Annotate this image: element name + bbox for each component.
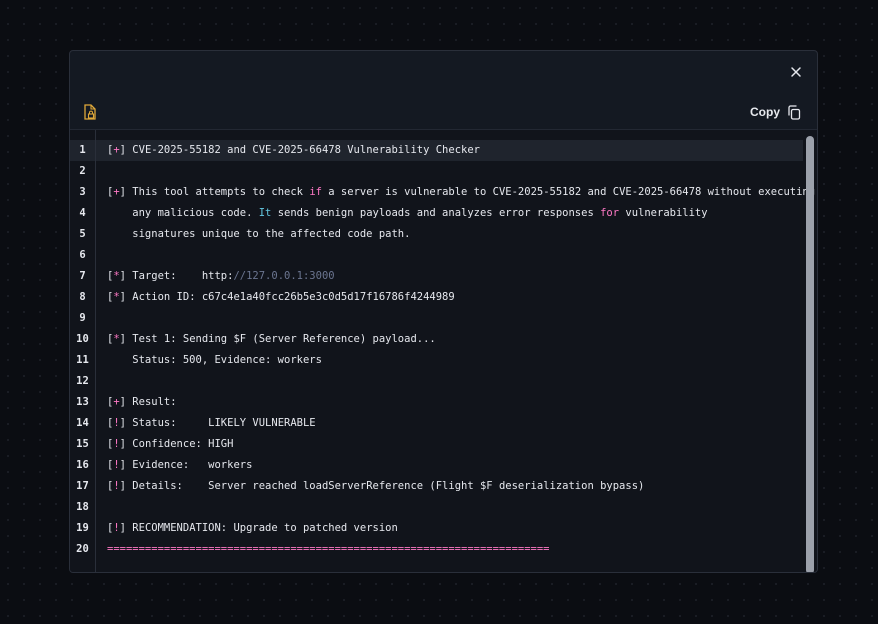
code-line: 10 [*] Test 1: Sending $F (Server Referen… [70,329,803,350]
code-token: It [258,207,272,219]
code-line: 17 [!] Details: Server reached loadServer… [70,476,803,497]
code-text: any malicious code. It sends benign payl… [107,203,708,224]
code-text: [*] Action ID: c67c4e1a40fcc26b5e3c0d5d1… [107,287,455,308]
line-number: 10 [76,333,89,345]
code-token: ] Target: http: [119,270,234,282]
line-number: 19 [76,522,89,534]
code-text: [!] Confidence: HIGH [107,434,233,455]
code-text: [*] Test 1: Sending $F (Server Reference… [107,329,436,350]
line-number: 4 [79,207,86,219]
code-line: 7 [*] Target: http://127.0.0.1:3000 [70,266,803,287]
code-line: 6 [70,245,803,266]
code-line: 19 [!] RECOMMENDATION: Upgrade to patched… [70,518,803,539]
code-text: ========================================… [107,539,550,560]
code-toolbar: Copy [70,91,817,129]
code-token: Status: 500, Evidence: workers [107,354,322,366]
line-number: 3 [79,186,86,198]
line-number: 15 [76,438,89,450]
code-token: ] Test 1: Sending $F (Server Reference) … [119,333,436,345]
line-number: 7 [79,270,86,282]
code-token: ========================================… [107,543,550,555]
code-token: ] Result: [119,396,177,408]
code-text: signatures unique to the affected code p… [107,224,410,245]
line-number: 12 [76,375,89,387]
line-number: 8 [79,291,86,303]
code-token: ] Confidence: HIGH [119,438,234,450]
code-token: ] Details: Server reached loadServerRefe… [119,480,645,492]
code-token: ] RECOMMENDATION: Upgrade to patched ver… [119,522,398,534]
code-line: 5 signatures unique to the affected code… [70,224,803,245]
code-token: any malicious code. [107,207,259,219]
code-line: 18 [70,497,803,518]
line-number: 11 [76,354,89,366]
line-number: 17 [76,480,89,492]
code-token: ] Status: LIKELY VULNERABLE [119,417,316,429]
line-number: 6 [79,249,86,261]
code-line: 16 [!] Evidence: workers [70,455,803,476]
code-line: 15 [!] Confidence: HIGH [70,434,803,455]
copy-icon [788,104,801,120]
code-text: [*] Target: http://127.0.0.1:3000 [107,266,335,287]
code-token: vulnerability [619,207,708,219]
code-text: [!] Status: LIKELY VULNERABLE [107,413,316,434]
code-text: [+] This tool attempts to check if a ser… [107,182,815,203]
code-line: 2 [70,161,803,182]
scrollbar-thumb[interactable] [806,136,814,572]
code-token: sends benign payloads and analyzes error… [271,207,601,219]
code-text: [!] RECOMMENDATION: Upgrade to patched v… [107,518,398,539]
code-token: a server is vulnerable to CVE-2025-55182… [321,186,816,198]
code-line: 9 [70,308,803,329]
code-token: if [309,186,322,198]
line-number: 1 [79,144,86,156]
code-line: 14 [!] Status: LIKELY VULNERABLE [70,413,803,434]
file-lock-icon [84,104,96,120]
code-line: 11 Status: 500, Evidence: workers [70,350,803,371]
line-number: 20 [76,543,89,555]
code-line: 1 [+] CVE-2025-55182 and CVE-2025-66478 V… [70,140,803,161]
code-text: [+] Result: [107,392,177,413]
code-lines: 1 [+] CVE-2025-55182 and CVE-2025-66478 V… [70,140,815,560]
line-number: 13 [76,396,89,408]
code-token: signatures unique to the affected code p… [107,228,411,240]
line-number: 9 [79,312,86,324]
code-token: ] CVE-2025-55182 and CVE-2025-66478 Vuln… [119,144,480,156]
code-line: 3 [+] This tool attempts to check if a se… [70,182,815,203]
code-token: ] This tool attempts to check [119,186,310,198]
close-icon[interactable] [789,65,803,79]
code-token: ] Evidence: workers [119,459,253,471]
code-line: 8 [*] Action ID: c67c4e1a40fcc26b5e3c0d5d… [70,287,803,308]
line-number: 5 [79,228,86,240]
line-number: 18 [76,501,89,513]
line-number: 2 [79,165,86,177]
code-text: Status: 500, Evidence: workers [107,350,322,371]
scrollbar[interactable] [806,136,814,572]
code-dialog: Copy 1 [+] CVE-2025-55182 and CVE-2025-66… [69,50,818,573]
code-line: 20 ======================================… [70,539,803,560]
line-number: 16 [76,459,89,471]
code-token: for [600,207,620,219]
code-text: [!] Evidence: workers [107,455,252,476]
code-line: 12 [70,371,803,392]
code-line: 13 [+] Result: [70,392,803,413]
code-view[interactable]: 1 [+] CVE-2025-55182 and CVE-2025-66478 V… [70,129,817,572]
copy-button-label: Copy [750,105,780,119]
code-text: [!] Details: Server reached loadServerRe… [107,476,644,497]
code-line: 4 any malicious code. It sends benign pa… [70,203,803,224]
copy-button[interactable]: Copy [750,102,801,122]
code-text: [+] CVE-2025-55182 and CVE-2025-66478 Vu… [107,140,480,161]
code-token: //127.0.0.1:3000 [233,270,335,282]
code-token: ] Action ID: c67c4e1a40fcc26b5e3c0d5d17f… [119,291,455,303]
line-number: 14 [76,417,89,429]
